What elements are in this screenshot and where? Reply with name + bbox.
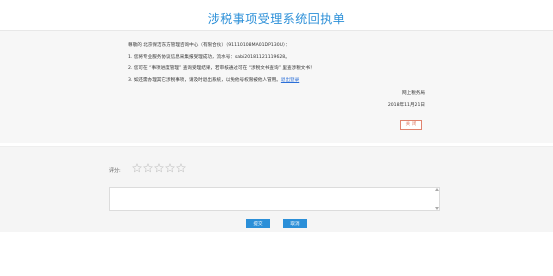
page-title: 涉税事项受理系统回执单 bbox=[207, 12, 346, 26]
cancel-button[interactable]: 取消 bbox=[283, 219, 307, 228]
star-icon[interactable] bbox=[176, 163, 186, 173]
receipt-body: 尊敬的 北京保洁东方管理咨询中心（有限合伙）（91110108MA01DP130… bbox=[128, 40, 430, 86]
scroll-down-icon[interactable] bbox=[435, 207, 439, 210]
star-icon[interactable] bbox=[143, 163, 153, 173]
receipt-panel: 尊敬的 北京保洁东方管理咨询中心（有限合伙）（91110108MA01DP130… bbox=[0, 31, 553, 143]
feedback-panel: 评分: 提交 取消 bbox=[0, 147, 553, 232]
receipt-line-3-text: 3. 如还需办理其它涉税事项，请及时退出系统，以免他号权限被他人冒用。 bbox=[128, 77, 281, 83]
receipt-greeting: 尊敬的 北京保洁东方管理咨询中心（有限合伙）（91110108MA01DP130… bbox=[128, 43, 290, 48]
submit-button[interactable]: 提交 bbox=[246, 219, 270, 228]
rating-label: 评分: bbox=[109, 168, 121, 174]
receipt-signature-block: 网上税务局 2018年11月21日 bbox=[388, 88, 425, 111]
star-icon[interactable] bbox=[165, 163, 175, 173]
receipt-date: 2018年11月21日 bbox=[387, 102, 425, 108]
receipt-line-1: 1. 您将专业服务协议信息采集报受理成功，流水号：sabi20181121119… bbox=[128, 54, 290, 60]
star-icon[interactable] bbox=[132, 163, 142, 173]
scroll-up-icon[interactable] bbox=[435, 188, 439, 191]
logout-link[interactable]: 退出登录 bbox=[281, 78, 299, 83]
close-button[interactable]: 关 闭 bbox=[400, 120, 422, 130]
star-icon[interactable] bbox=[154, 163, 164, 173]
receipt-signature: 网上税务局 bbox=[402, 91, 425, 96]
comment-textarea[interactable] bbox=[109, 187, 440, 211]
receipt-line-3: 3. 如还需办理其它涉税事项，请及时退出系统，以免他号权限被他人冒用。退出登录 bbox=[128, 75, 430, 87]
receipt-line-2: 2. 您可在 “事项进度管理” 查询受理结果，若审核通过可在 “涉税文书查询” … bbox=[128, 66, 315, 71]
star-rating bbox=[132, 163, 186, 173]
